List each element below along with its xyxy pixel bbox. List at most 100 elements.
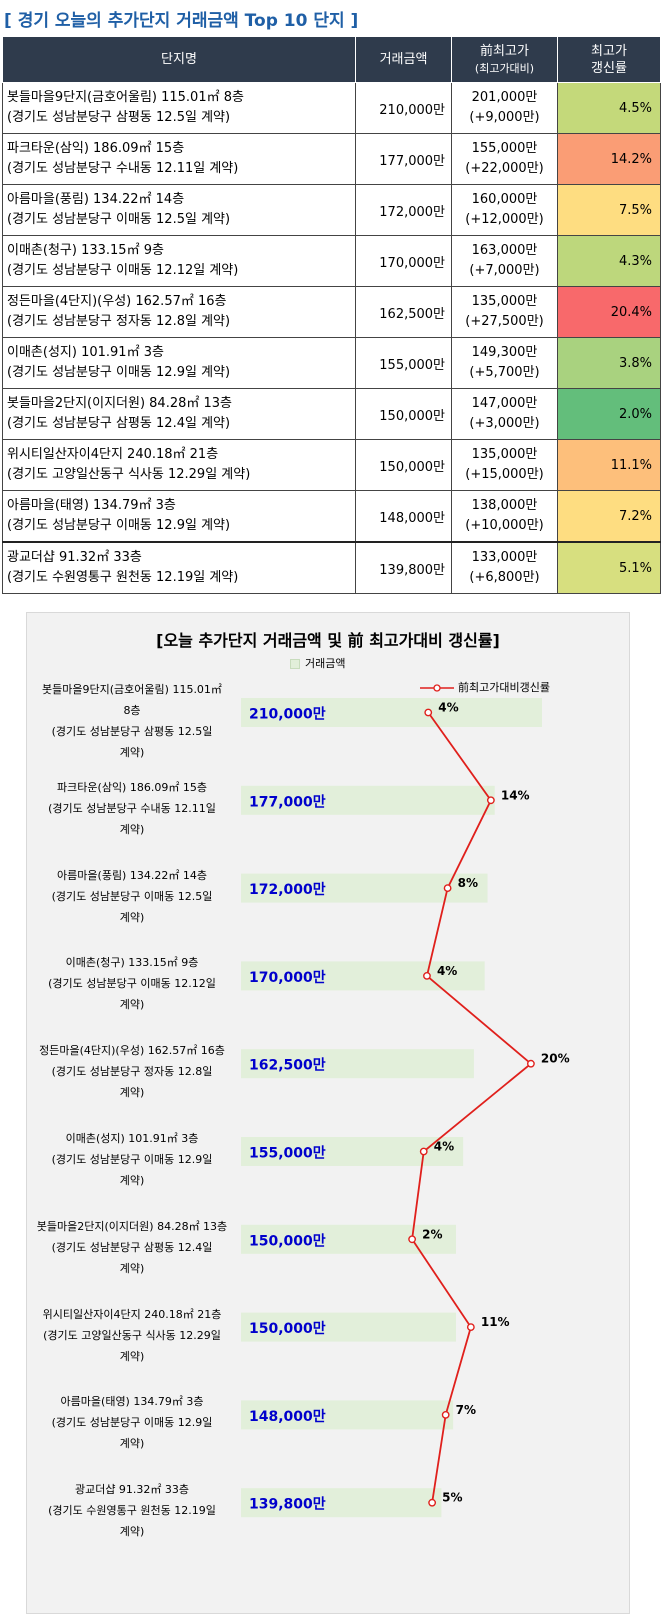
category-label-line: 위시티일산자이4단지 240.18㎡ 21층 (42, 1307, 222, 1321)
cell-prev-high: 163,000만 (+7,000만) (451, 235, 558, 287)
cell-complex: 아름마을(풍림) 134.22㎡ 14층 (경기도 성남분당구 이매동 12.5일… (2, 184, 356, 236)
cell-rate: 11.1% (557, 439, 661, 491)
cell-rate: 20.4% (557, 286, 661, 338)
cell-prev-high: 133,000만 (+6,800만) (451, 541, 558, 594)
prev-high-value: 135,000만 (471, 447, 538, 462)
line-point-5 (419, 1147, 428, 1156)
category-label-line: 광교더샵 91.32㎡ 33층 (74, 1483, 190, 1497)
cell-prev-high: 147,000만 (+3,000만) (451, 388, 558, 440)
category-label-1: 파크타운(삼익) 186.09㎡ 15층 (경기도 성남분당구 수내동 12.11… (27, 777, 237, 840)
table-row: 광교더샵 91.32㎡ 33층 (경기도 수원영통구 원천동 12.19일 계약)… (2, 541, 661, 594)
line-point-8 (441, 1411, 450, 1419)
bar-label-9: 139,800만 (249, 1497, 326, 1513)
complex-name: 봇들마을9단지(금호어울림) 115.01㎡ 8층 (7, 90, 244, 105)
category-label-line: 계약) (119, 998, 145, 1012)
cell-complex: 이매촌(성지) 101.91㎡ 3층 (경기도 성남분당구 이매동 12.9일 계… (2, 337, 356, 389)
cell-complex: 위시티일산자이4단지 240.18㎡ 21층 (경기도 고양일산동구 식사동 12… (2, 439, 356, 491)
bar-label-8: 148,000만 (249, 1409, 326, 1425)
cell-complex: 봇들마을2단지(이지더원) 84.28㎡ 13층 (경기도 성남분당구 삼평동 1… (2, 388, 356, 440)
cell-price: 155,000만 (355, 337, 452, 389)
cell-rate: 7.5% (557, 184, 661, 236)
chart-panel: [오늘 추가단지 거래금액 및 前 최고가대비 갱신률] 거래금액 前최고가대비… (26, 612, 630, 1614)
prev-high-value: 155,000만 (471, 141, 538, 156)
cell-rate: 14.2% (557, 133, 661, 185)
prev-high-value: 149,300만 (471, 345, 538, 360)
category-label-line: 계약) (119, 1174, 145, 1187)
category-label-line: 정든마을(4단지)(우성) 162.57㎡ 16층 (39, 1044, 225, 1058)
line-point-6 (408, 1235, 417, 1244)
header-prev-line1: 前최고가 (480, 43, 529, 59)
cell-price: 150,000만 (355, 388, 452, 440)
complex-name: 봇들마을2단지(이지더원) 84.28㎡ 13층 (7, 396, 232, 411)
cell-price: 170,000만 (355, 235, 452, 287)
prev-high-diff: (+9,000만) (469, 110, 540, 125)
cell-rate: 3.8% (557, 337, 661, 389)
line-point-3 (423, 971, 431, 980)
line-label-2: 8% (458, 876, 478, 890)
table-row: 아름마을(태영) 134.79㎡ 3층 (경기도 성남분당구 이매동 12.9일 … (2, 490, 661, 543)
table-row: 이매촌(청구) 133.15㎡ 9층 (경기도 성남분당구 이매동 12.12일 … (2, 235, 661, 287)
cell-complex: 봇들마을9단지(금호어울림) 115.01㎡ 8층 (경기도 성남분당구 삼평동 … (2, 82, 356, 134)
category-label-0: 봇들마을9단지(금호어울림) 115.01㎡ 8층 (경기도 성남분당구 삼평동 1… (27, 679, 237, 763)
cell-price: 148,000만 (355, 490, 452, 543)
prev-high-diff: (+15,000만) (465, 467, 544, 482)
line-point-7 (466, 1323, 475, 1331)
complex-location: (경기도 성남분당구 이매동 12.5일 계약) (7, 212, 231, 227)
header-rate-line2: 갱신률 (591, 60, 627, 76)
table-row: 봇들마을9단지(금호어울림) 115.01㎡ 8층 (경기도 성남분당구 삼평동 … (2, 82, 661, 134)
prev-high-value: 133,000만 (471, 550, 538, 565)
cell-prev-high: 160,000만 (+12,000만) (451, 184, 558, 236)
cell-price: 139,800만 (355, 541, 452, 594)
line-point-9 (428, 1498, 437, 1507)
cell-price: 162,500만 (355, 286, 452, 338)
bar-label-5: 155,000만 (249, 1146, 326, 1162)
complex-location: (경기도 고양일산동구 식사동 12.29일 계약) (7, 467, 251, 482)
prev-high-value: 135,000만 (471, 294, 538, 309)
category-label-line: 계약) (119, 1086, 145, 1100)
cell-rate: 7.2% (557, 490, 661, 543)
complex-location: (경기도 성남분당구 삼평동 12.5일 계약) (7, 110, 231, 125)
table-row: 봇들마을2단지(이지더원) 84.28㎡ 13층 (경기도 성남분당구 삼평동 1… (2, 388, 661, 440)
page-title: [ 경기 오늘의 추가단지 거래금액 Top 10 단지 ] (4, 11, 359, 31)
header-name-text: 단지명 (161, 52, 197, 67)
category-label-line: 계약) (119, 745, 145, 759)
category-label-line: (경기도 성남분당구 이매동 12.5일 (51, 889, 213, 903)
prev-high-diff: (+7,000만) (469, 263, 540, 278)
line-label-1: 14% (501, 788, 530, 802)
category-label-line: 계약) (119, 910, 145, 924)
category-label-line: 아름마을(태영) 134.79㎡ 3층 (60, 1395, 204, 1409)
line-label-9: 5% (442, 1491, 462, 1505)
cell-price: 210,000만 (355, 82, 452, 134)
table-header-row: 단지명 거래금액 前최고가 (최고가대비) 최고가 갱신률 (2, 36, 661, 83)
complex-name: 광교더샵 91.32㎡ 33층 (7, 550, 142, 565)
complex-location: (경기도 수원영통구 원천동 12.19일 계약) (7, 570, 239, 585)
prev-high-diff: (+12,000만) (465, 212, 544, 227)
category-label-8: 아름마을(태영) 134.79㎡ 3층 (경기도 성남분당구 이매동 12.9일 계… (27, 1391, 237, 1454)
category-label-line: 봇들마을2단지(이지더원) 84.28㎡ 13층 (36, 1219, 228, 1233)
cell-complex: 정든마을(4단지)(우성) 162.57㎡ 16층 (경기도 성남분당구 정자동 … (2, 286, 356, 338)
cell-rate: 4.5% (557, 82, 661, 134)
category-label-line: (경기도 성남분당구 이매동 12.9일 (51, 1416, 213, 1430)
complex-location: (경기도 성남분당구 삼평동 12.4일 계약) (7, 416, 231, 431)
complex-name: 아름마을(태영) 134.79㎡ 3층 (7, 498, 176, 513)
cell-complex: 광교더샵 91.32㎡ 33층 (경기도 수원영통구 원천동 12.19일 계약) (2, 541, 356, 594)
prev-high-diff: (+5,700만) (469, 365, 540, 380)
cell-prev-high: 155,000만 (+22,000만) (451, 133, 558, 185)
prev-high-diff: (+3,000만) (469, 416, 540, 431)
header-rate-line1: 최고가 (591, 43, 627, 59)
line-label-8: 7% (456, 1403, 476, 1417)
cell-prev-high: 201,000만 (+9,000만) (451, 82, 558, 134)
bar-label-6: 150,000만 (249, 1233, 326, 1249)
category-label-line: 계약) (119, 822, 145, 836)
header-name: 단지명 (2, 36, 356, 83)
cell-rate: 5.1% (557, 541, 661, 594)
category-label-line: (경기도 성남분당구 수내동 12.11일 (48, 801, 216, 815)
table-row: 정든마을(4단지)(우성) 162.57㎡ 16층 (경기도 성남분당구 정자동 … (2, 286, 661, 338)
bar-label-4: 162,500만 (249, 1058, 326, 1074)
cell-prev-high: 149,300만 (+5,700만) (451, 337, 558, 389)
prev-high-value: 160,000만 (471, 192, 538, 207)
line-label-7: 11% (481, 1315, 510, 1329)
category-label-line: (경기도 성남분당구 삼평동 12.5일 (51, 724, 213, 738)
line-point-2 (443, 884, 452, 892)
category-label-3: 이매촌(청구) 133.15㎡ 9층 (경기도 성남분당구 이매동 12.12일 계… (27, 952, 237, 1015)
